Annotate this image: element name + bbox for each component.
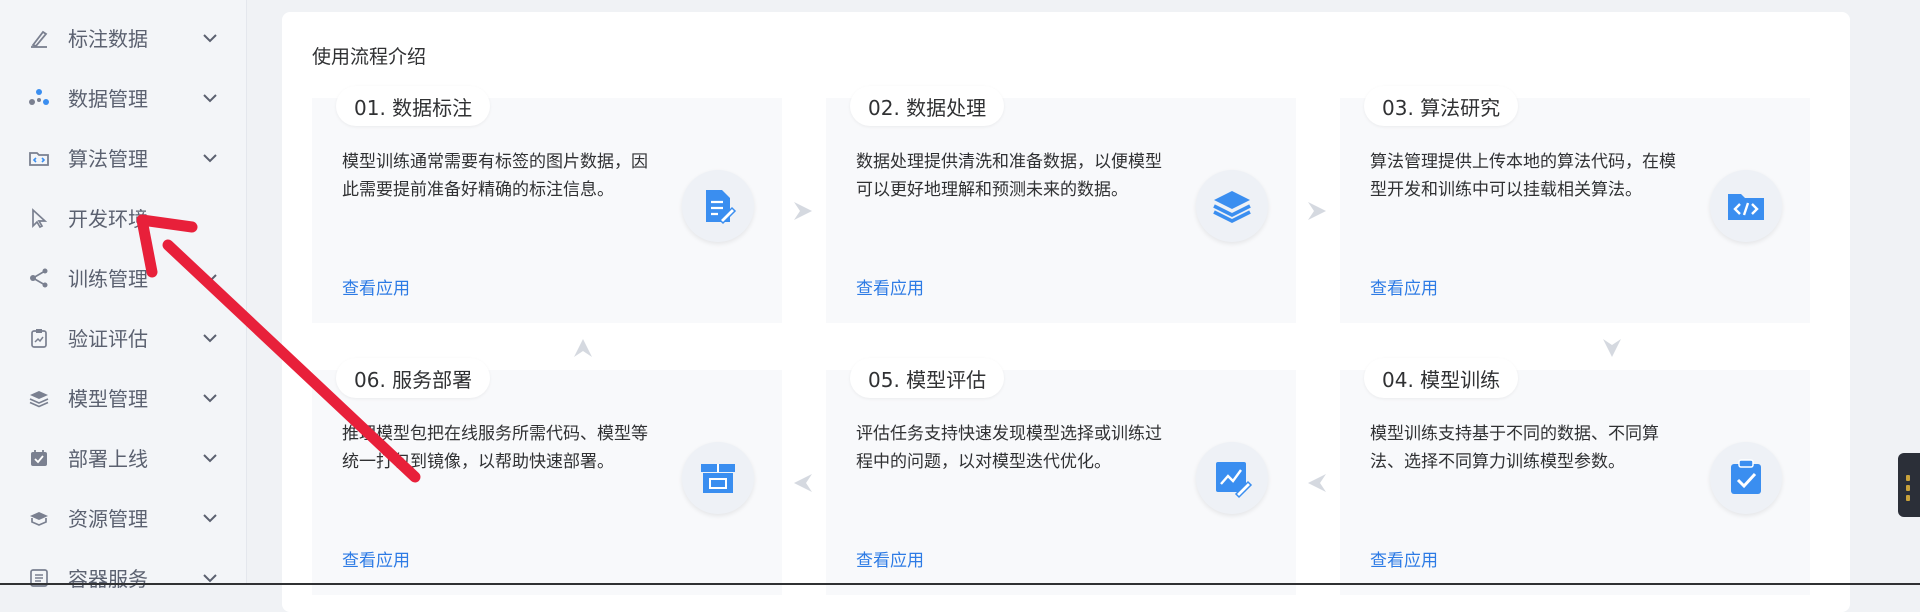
sidebar-item-label: 标注数据 [68,26,148,51]
view-app-link[interactable]: 查看应用 [1370,274,1438,299]
chevron-down-icon [202,510,218,524]
step-card-processing: 02. 数据处理 数据处理提供清洗和准备数据，以便模型可以更好地理解和预测未来的… [826,86,1296,323]
sidebar-item-label: 训练管理 [68,266,148,291]
sidebar-item-dev-environment[interactable]: 开发环境 [0,197,246,237]
chevron-down-icon [202,150,218,164]
container-list-icon [28,567,50,589]
step-badge: 06. 服务部署 [336,358,491,398]
data-cluster-icon [28,87,50,109]
sidebar-item-container-service[interactable]: 容器服务 [0,557,246,597]
step-badge: 01. 数据标注 [336,86,491,126]
step-badge: 03. 算法研究 [1364,86,1519,126]
arrow-down-icon [1599,335,1625,361]
step-description: 模型训练通常需要有标签的图片数据，因此需要提前准备好精确的标注信息。 [342,152,648,200]
step-card-annotation: 01. 数据标注 模型训练通常需要有标签的图片数据，因此需要提前准备好精确的标注… [312,86,782,323]
chevron-down-icon [202,390,218,404]
step-description: 推理模型包把在线服务所需代码、模型等统一打包到镜像，以帮助快速部署。 [342,424,648,472]
sidebar-item-label: 开发环境 [68,206,148,231]
layers-stack-icon [1196,170,1268,242]
view-app-link[interactable]: 查看应用 [856,546,924,571]
arrow-left-icon [1304,470,1330,496]
sidebar-item-training-management[interactable]: 训练管理 [0,257,246,297]
sidebar-item-label-data[interactable]: 标注数据 [0,17,246,57]
sidebar-item-label: 验证评估 [68,326,148,351]
view-app-link[interactable]: 查看应用 [856,274,924,299]
dev-cursor-icon [28,207,50,229]
share-nodes-icon [28,267,50,289]
step-description: 评估任务支持快速发现模型选择或训练过程中的问题，以对模型迭代优化。 [856,424,1162,472]
sidebar-item-model-management[interactable]: 模型管理 [0,377,246,417]
step-badge: 02. 数据处理 [850,86,1005,126]
layers-icon [28,387,50,409]
sidebar-item-label: 容器服务 [68,566,148,591]
sidebar-item-validation[interactable]: 验证评估 [0,317,246,357]
arrow-right-icon [1304,198,1330,224]
side-drawer-handle[interactable] [1898,453,1920,517]
chevron-down-icon [202,30,218,44]
sidebar-item-label: 数据管理 [68,86,148,111]
document-edit-icon [682,170,754,242]
calendar-check-icon [28,447,50,469]
chevron-down-icon [202,450,218,464]
view-app-link[interactable]: 查看应用 [342,274,410,299]
chevron-down-icon [202,330,218,344]
sidebar-item-data-management[interactable]: 数据管理 [0,77,246,117]
page-title: 使用流程介绍 [312,46,427,68]
step-card-evaluation: 05. 模型评估 评估任务支持快速发现模型选择或训练过程中的问题，以对模型迭代优… [826,358,1296,595]
step-description: 算法管理提供上传本地的算法代码，在模型开发和训练中可以挂载相关算法。 [1370,152,1676,200]
code-folder-icon [1710,170,1782,242]
step-card-algorithm: 03. 算法研究 算法管理提供上传本地的算法代码，在模型开发和训练中可以挂载相关… [1340,86,1810,323]
clipboard-chart-icon [28,327,50,349]
step-description: 数据处理提供清洗和准备数据，以便模型可以更好地理解和预测未来的数据。 [856,152,1162,200]
sidebar-item-algorithm-management[interactable]: 算法管理 [0,137,246,177]
clipboard-check-icon [1710,442,1782,514]
package-box-icon [682,442,754,514]
arrow-right-icon [790,198,816,224]
step-card-deployment: 06. 服务部署 推理模型包把在线服务所需代码、模型等统一打包到镜像，以帮助快速… [312,358,782,595]
sidebar-item-deployment[interactable]: 部署上线 [0,437,246,477]
chevron-down-icon [202,270,218,284]
step-description: 模型训练支持基于不同的数据、不同算法、选择不同算力训练模型参数。 [1370,424,1659,472]
pen-annotate-icon [28,27,50,49]
view-app-link[interactable]: 查看应用 [342,546,410,571]
chevron-down-icon [202,570,218,584]
sidebar-item-label: 算法管理 [68,146,148,171]
sidebar-item-resource-management[interactable]: 资源管理 [0,497,246,537]
step-badge: 04. 模型训练 [1364,358,1519,398]
sidebar-item-label: 资源管理 [68,506,148,531]
cube-stack-icon [28,507,50,529]
sidebar-item-label: 模型管理 [68,386,148,411]
view-app-link[interactable]: 查看应用 [1370,546,1438,571]
step-card-training: 04. 模型训练 模型训练支持基于不同的数据、不同算法、选择不同算力训练模型参数… [1340,358,1810,595]
arrow-left-icon [790,470,816,496]
sidebar-item-label: 部署上线 [68,446,148,471]
chart-pen-icon [1196,442,1268,514]
code-folder-icon [28,147,50,169]
arrow-up-icon [570,335,596,361]
sidebar: 标注数据 数据管理 算法管理 开发环境 训练管理 验证评估 模型管理 部署上线 … [0,0,247,591]
chevron-down-icon [202,90,218,104]
step-badge: 05. 模型评估 [850,358,1005,398]
